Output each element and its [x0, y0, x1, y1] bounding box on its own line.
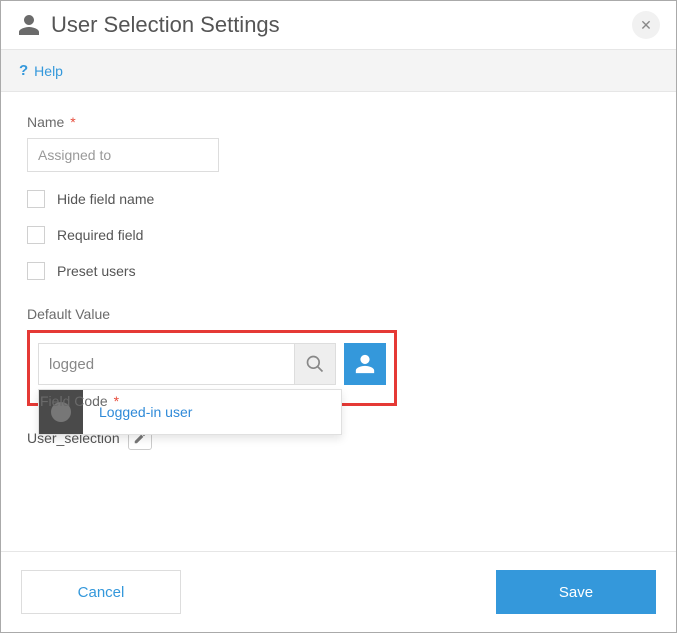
help-icon: ? [19, 62, 28, 79]
name-label: Name * [27, 114, 650, 130]
default-value-highlight: logged Logged-in user Field Code * [27, 330, 397, 406]
option-required-field[interactable]: Required field [27, 226, 650, 244]
dialog-body: Name * Hide field name Required field Pr… [1, 92, 676, 551]
required-marker: * [66, 114, 75, 130]
default-value-label: Default Value [27, 306, 650, 322]
dialog-title: User Selection Settings [51, 12, 632, 38]
checkbox-label: Required field [57, 227, 143, 243]
dialog-header: User Selection Settings ✕ [1, 1, 676, 50]
required-marker: * [110, 393, 119, 409]
cancel-button[interactable]: Cancel [21, 570, 181, 614]
user-picker-button[interactable] [344, 343, 386, 385]
checkbox-label: Hide field name [57, 191, 154, 207]
close-button[interactable]: ✕ [632, 11, 660, 39]
checkbox-preset-users[interactable] [27, 262, 45, 280]
checkbox-required-field[interactable] [27, 226, 45, 244]
checkbox-hide-field-name[interactable] [27, 190, 45, 208]
option-preset-users[interactable]: Preset users [27, 262, 650, 280]
help-link[interactable]: Help [34, 63, 63, 79]
close-icon: ✕ [640, 17, 652, 34]
field-code-label-overlapped: Field Code * [40, 393, 119, 409]
checkbox-label: Preset users [57, 263, 136, 279]
name-input[interactable] [27, 138, 219, 172]
user-icon [17, 13, 41, 37]
default-value-search-input[interactable]: logged [38, 343, 294, 385]
dialog-footer: Cancel Save [1, 551, 676, 632]
search-input-text: logged [49, 356, 94, 373]
user-icon [354, 353, 376, 375]
search-icon [305, 354, 325, 374]
help-bar: ? Help [1, 50, 676, 92]
option-hide-field-name[interactable]: Hide field name [27, 190, 650, 208]
save-button[interactable]: Save [496, 570, 656, 614]
default-value-search-row: logged [38, 343, 386, 385]
search-button[interactable] [294, 343, 336, 385]
